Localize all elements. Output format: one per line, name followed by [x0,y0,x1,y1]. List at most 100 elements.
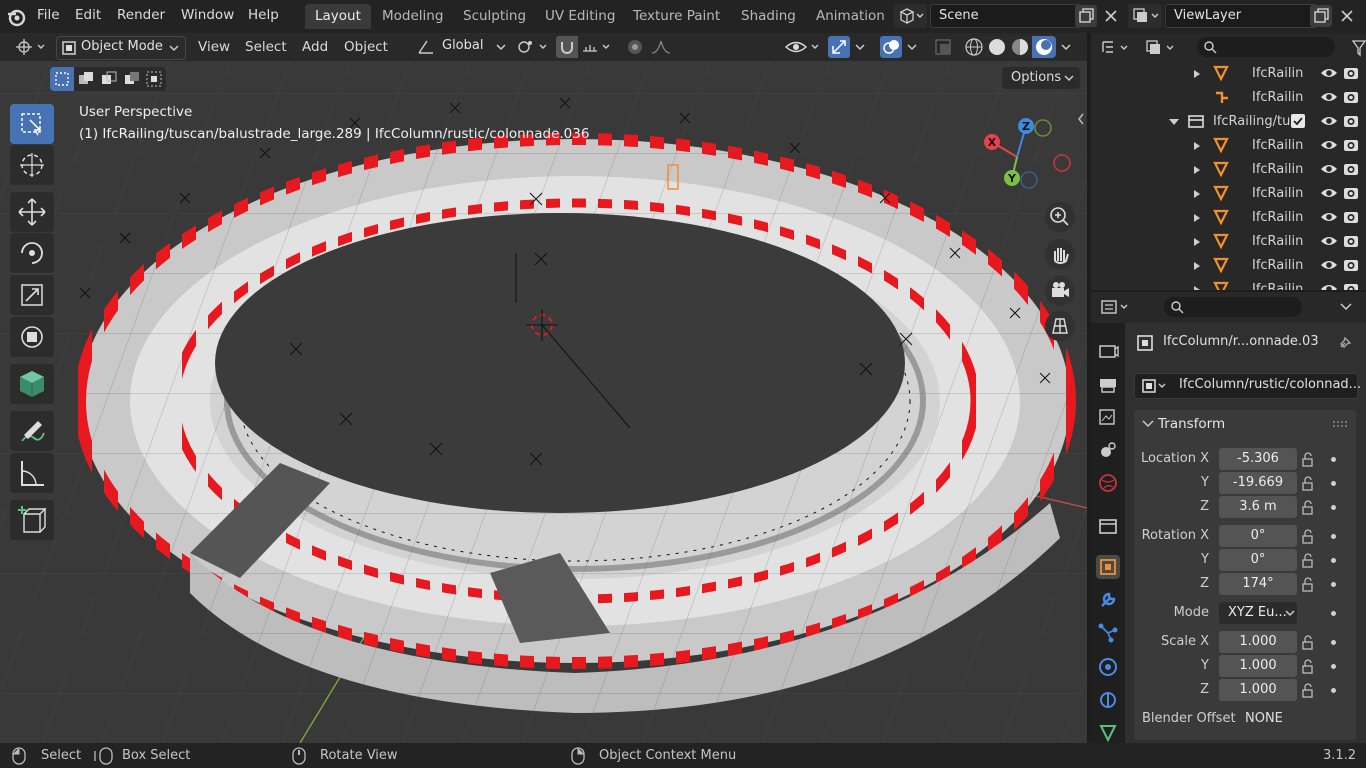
keyframe-dot[interactable] [1331,582,1336,587]
lock-icon[interactable] [1301,500,1317,516]
falloff-dropdown[interactable] [650,36,678,58]
proportional-editing-toggle[interactable] [624,36,646,58]
chevron-down-icon[interactable] [854,43,866,51]
select-box-tool[interactable] [10,104,54,144]
pin-icon[interactable] [1337,335,1353,351]
orientation-dropdown[interactable]: Global [414,36,508,58]
filter-dropdown[interactable] [1351,37,1366,59]
lock-icon[interactable] [1301,577,1317,593]
scale-y-field[interactable]: 1.000 [1219,655,1297,677]
snap-toggle[interactable] [556,36,578,58]
render-tab-icon[interactable] [1096,339,1120,363]
collapse-arrow-icon[interactable] [1169,118,1179,126]
eye-icon[interactable] [1320,66,1338,80]
expand-arrow-icon[interactable] [1193,238,1201,246]
chevron-down-icon[interactable] [1339,302,1353,312]
outliner-row[interactable]: IfcRailin [1091,86,1366,110]
tab-uv-editing[interactable]: UV Editing [535,4,625,29]
object-tab[interactable] [1096,555,1120,579]
tab-modeling[interactable]: Modeling [372,4,453,29]
select-extend-icon[interactable] [74,67,98,91]
eye-icon[interactable] [1320,114,1338,128]
xray-toggle[interactable] [932,36,954,58]
tab-sculpting[interactable]: Sculpting [453,4,536,29]
select-subtract-icon[interactable] [97,67,121,91]
new-view-layer-button[interactable] [1310,5,1332,27]
keyframe-dot[interactable] [1331,688,1336,693]
expand-arrow-icon[interactable] [1193,190,1201,198]
eye-icon[interactable] [1320,258,1338,272]
gizmo-toggle[interactable] [828,36,850,58]
menu-view[interactable]: View [198,39,230,55]
keyframe-dot[interactable] [1331,558,1336,563]
pan-button[interactable] [1045,239,1075,269]
keyframe-dot[interactable] [1331,457,1336,462]
rotation-x-field[interactable]: 0° [1219,525,1297,547]
location-y-field[interactable]: -19.669 [1219,472,1297,494]
scale-x-field[interactable]: 1.000 [1219,631,1297,653]
sidebar-toggle-icon[interactable] [1076,112,1086,126]
menu-object[interactable]: Object [344,39,388,55]
menu-add[interactable]: Add [302,39,328,55]
camera-render-icon[interactable] [1343,233,1359,249]
object-datablock-field[interactable]: IfcColumn/rustic/colonnad... [1134,373,1361,399]
zoom-button[interactable] [1045,202,1075,232]
measure-tool[interactable] [10,453,54,493]
expand-arrow-icon[interactable] [1193,286,1201,290]
scene-selector[interactable] [893,4,927,28]
keyframe-dot[interactable] [1331,640,1336,645]
outliner-collection-row[interactable]: IfcRailing/tu [1091,110,1366,134]
eye-icon[interactable] [1320,138,1338,152]
location-z-field[interactable]: 3.6 m [1219,496,1297,518]
camera-render-icon[interactable] [1343,113,1359,129]
material-shading-icon[interactable] [1009,37,1031,57]
menu-render[interactable]: Render [117,7,165,23]
expand-arrow-icon[interactable] [1193,214,1201,222]
drag-handle-icon[interactable] [1332,420,1348,428]
camera-render-icon[interactable] [1343,281,1359,290]
keyframe-dot[interactable] [1331,534,1336,539]
particles-tab-icon[interactable] [1096,621,1120,645]
rotation-y-field[interactable]: 0° [1219,549,1297,571]
outliner-row[interactable]: IfcRailin [1091,62,1366,86]
pivot-point-dropdown[interactable] [514,36,552,58]
rotation-z-field[interactable]: 174° [1219,573,1297,595]
scene-name-field[interactable]: Scene [930,4,1082,28]
chevron-down-icon[interactable] [906,43,918,51]
solid-shading-icon[interactable] [986,37,1008,57]
menu-file[interactable]: File [37,7,60,23]
camera-render-icon[interactable] [1343,137,1359,153]
scale-z-field[interactable]: 1.000 [1219,679,1297,701]
display-mode-dropdown[interactable] [1143,37,1179,59]
keyframe-dot[interactable] [1331,611,1336,616]
wireframe-shading-icon[interactable] [963,37,985,57]
lock-icon[interactable] [1301,452,1317,468]
transform-panel-header[interactable]: Transform [1134,410,1356,438]
blender-logo-icon[interactable] [6,7,26,27]
camera-render-icon[interactable] [1343,257,1359,273]
delete-scene-button[interactable] [1100,5,1122,27]
rotation-mode-dropdown[interactable]: XYZ Eu... [1219,602,1297,624]
tab-shading[interactable]: Shading [731,4,806,29]
lock-icon[interactable] [1301,476,1317,492]
constraints-tab-icon[interactable] [1096,688,1120,712]
outliner-search-input[interactable] [1197,37,1335,57]
eye-icon[interactable] [1320,282,1338,290]
location-x-field[interactable]: -5.306 [1219,448,1297,470]
annotate-tool[interactable] [10,411,54,451]
eye-icon[interactable] [1320,210,1338,224]
menu-edit[interactable]: Edit [75,7,101,23]
lock-icon[interactable] [1301,635,1317,651]
cursor-tool[interactable] [10,145,54,185]
keyframe-dot[interactable] [1331,505,1336,510]
eye-icon[interactable] [1320,90,1338,104]
visibility-dropdown[interactable] [784,36,824,58]
eye-icon[interactable] [1320,186,1338,200]
menu-select[interactable]: Select [245,39,287,55]
keyframe-dot[interactable] [1331,481,1336,486]
camera-render-icon[interactable] [1343,161,1359,177]
camera-view-button[interactable] [1045,276,1075,306]
eye-icon[interactable] [1320,234,1338,248]
properties-editor-type[interactable] [1099,296,1135,318]
data-tab-icon[interactable] [1096,720,1120,744]
